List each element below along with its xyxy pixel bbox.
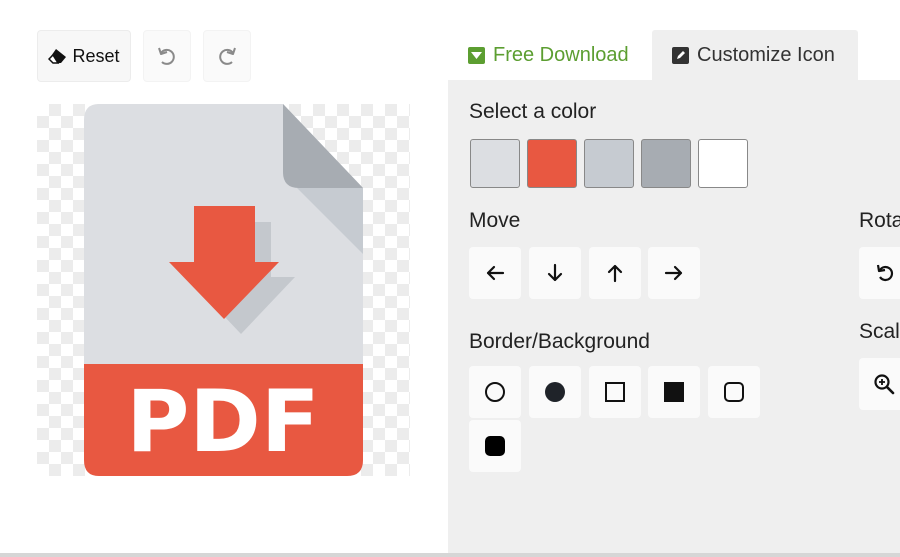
zoom-in-icon <box>873 373 895 395</box>
rotate-left-button[interactable] <box>859 247 900 299</box>
border-rounded-square-outline-button[interactable] <box>708 366 760 418</box>
eraser-icon <box>48 48 68 64</box>
border-rounded-square-filled-button[interactable] <box>469 420 521 472</box>
rotate-title: Rota <box>859 209 900 232</box>
download-icon <box>468 46 485 64</box>
color-swatch-light-gray[interactable] <box>584 139 634 188</box>
redo-button[interactable] <box>203 30 251 82</box>
editor-toolbar: Reset <box>37 30 251 82</box>
zoom-in-button[interactable] <box>859 358 900 410</box>
pdf-label: PDF <box>126 372 319 472</box>
border-circle-outline-button[interactable] <box>469 366 521 418</box>
rounded-square-outline-icon <box>723 381 745 403</box>
select-color-title: Select a color <box>469 100 597 123</box>
undo-icon <box>156 45 178 67</box>
arrow-left-icon <box>485 263 505 283</box>
border-square-filled-button[interactable] <box>648 366 700 418</box>
move-left-button[interactable] <box>469 247 521 299</box>
scale-title: Scal <box>859 320 900 343</box>
rounded-square-filled-icon <box>484 435 506 457</box>
move-down-button[interactable] <box>529 247 581 299</box>
arrow-up-icon <box>605 263 625 283</box>
arrow-down-icon <box>545 263 565 283</box>
icon-preview: PDF <box>37 104 410 476</box>
rotate-left-icon <box>875 263 895 283</box>
circle-filled-icon <box>544 381 566 403</box>
square-filled-icon <box>663 381 685 403</box>
color-swatch-red[interactable] <box>527 139 577 188</box>
move-up-button[interactable] <box>589 247 641 299</box>
icon-editor-page: Reset PDF Free Download Customize Icon S… <box>0 0 900 557</box>
tab-label: Free Download <box>493 43 629 66</box>
bottom-divider <box>0 553 900 557</box>
undo-button[interactable] <box>143 30 191 82</box>
arrow-right-icon <box>664 263 684 283</box>
edit-icon <box>672 46 689 64</box>
border-circle-filled-button[interactable] <box>529 366 581 418</box>
border-square-outline-button[interactable] <box>589 366 641 418</box>
tab-free-download[interactable]: Free Download <box>448 30 652 80</box>
tab-label: Customize Icon <box>697 43 835 66</box>
color-swatch-dark-gray[interactable] <box>641 139 691 188</box>
reset-label: Reset <box>72 45 120 66</box>
square-outline-icon <box>604 381 626 403</box>
color-swatch-gray[interactable] <box>470 139 520 188</box>
move-right-button[interactable] <box>648 247 700 299</box>
tab-bar: Free Download Customize Icon <box>448 30 858 80</box>
move-title: Move <box>469 209 521 232</box>
tab-customize-icon[interactable]: Customize Icon <box>652 30 858 80</box>
circle-outline-icon <box>484 381 506 403</box>
color-swatch-white[interactable] <box>698 139 748 188</box>
reset-button[interactable]: Reset <box>37 30 131 82</box>
pdf-download-icon: PDF <box>84 104 363 476</box>
redo-icon <box>216 45 238 67</box>
border-background-title: Border/Background <box>469 330 650 353</box>
